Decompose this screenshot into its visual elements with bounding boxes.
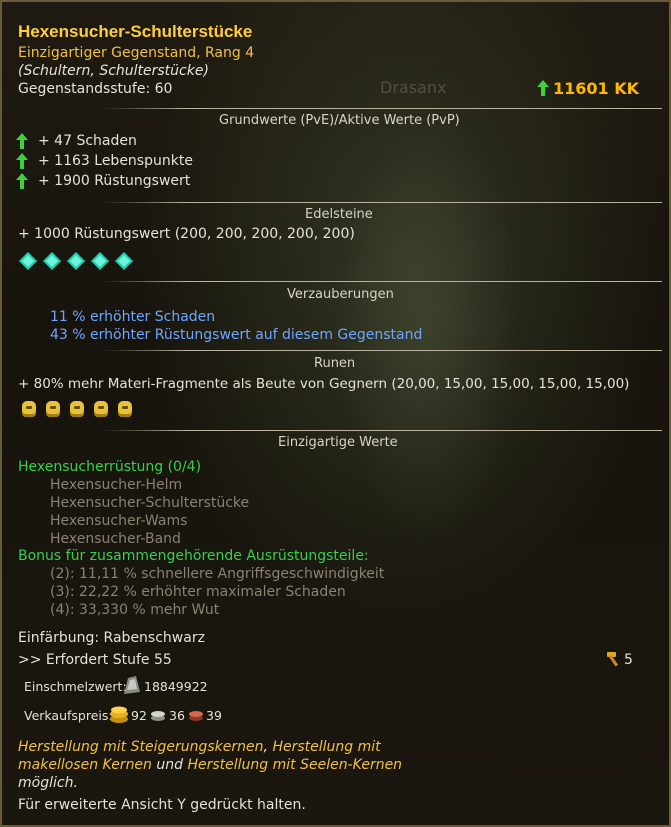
gold-rune-icon[interactable] bbox=[70, 401, 84, 417]
sell-price-label: Verkaufspreis: bbox=[24, 708, 113, 723]
sell-price-gold: 92 bbox=[131, 708, 147, 723]
item-name: Hexensucher-Schulterstücke bbox=[18, 22, 253, 41]
divider bbox=[102, 281, 662, 282]
gems-header: Edelsteine bbox=[305, 207, 373, 222]
unique-header: Einzigartige Werte bbox=[278, 435, 398, 450]
background-character-name: Drasanx bbox=[380, 78, 447, 97]
enchantment-damage: 11 % erhöhter Schaden bbox=[50, 309, 216, 325]
silver-coins-icon bbox=[151, 711, 165, 721]
melt-value: 18849922 bbox=[144, 679, 208, 694]
enchantment-armor: 43 % erhöhter Rüstungswert auf diesem Ge… bbox=[50, 327, 423, 343]
set-item-helm: Hexensucher-Helm bbox=[50, 477, 183, 493]
stat-up-arrow-icon bbox=[16, 173, 28, 189]
stat-up-arrow-icon bbox=[16, 133, 28, 149]
item-slot: (Schultern, Schulterstücke) bbox=[18, 63, 209, 79]
divider bbox=[102, 108, 662, 109]
divider bbox=[102, 350, 662, 351]
item-quality-rank: Einzigartiger Gegenstand, Rang 4 bbox=[18, 45, 255, 61]
divider bbox=[102, 430, 662, 431]
teal-gem-icon[interactable] bbox=[91, 252, 109, 270]
crafting-and: und bbox=[151, 757, 188, 773]
crafting-line-3: möglich. bbox=[18, 775, 78, 791]
stat-up-arrow-icon bbox=[16, 153, 28, 169]
sell-price-copper: 39 bbox=[206, 708, 222, 723]
crafting-line-1: Herstellung mit Steigerungskernen, Herst… bbox=[18, 739, 381, 755]
copper-coins-icon bbox=[189, 711, 203, 721]
dye-info: Einfärbung: Rabenschwarz bbox=[18, 630, 205, 646]
set-bonus-3: (3): 22,22 % erhöhter maximaler Schaden bbox=[50, 584, 346, 600]
set-name: Hexensucherrüstung (0/4) bbox=[18, 459, 202, 475]
sell-price-silver: 36 bbox=[169, 708, 185, 723]
melt-value-label: Einschmelzwert: bbox=[24, 679, 127, 694]
crafting-soul-cores: Herstellung mit Seelen-Kernen bbox=[187, 757, 403, 773]
teal-gem-icon[interactable] bbox=[67, 252, 85, 270]
divider bbox=[102, 202, 662, 203]
teal-gem-icon[interactable] bbox=[115, 252, 133, 270]
crafting-line-2: makellosen Kernen und Herstellung mit Se… bbox=[18, 757, 402, 773]
set-item-shoulders: Hexensucher-Schulterstücke bbox=[50, 495, 250, 511]
gold-rune-icon[interactable] bbox=[94, 401, 108, 417]
level-requirement: >> Erfordert Stufe 55 bbox=[18, 652, 172, 668]
set-bonus-2: (2): 11,11 % schnellere Angriffsgeschwin… bbox=[50, 566, 385, 582]
item-level: Gegenstandsstufe: 60 bbox=[18, 81, 173, 97]
power-up-arrow-icon bbox=[537, 80, 549, 96]
base-stat-armor: + 1900 Rüstungswert bbox=[38, 173, 191, 189]
enchantments-header: Verzauberungen bbox=[287, 287, 394, 302]
set-item-chest: Hexensucher-Wams bbox=[50, 513, 188, 529]
gold-rune-icon[interactable] bbox=[46, 401, 60, 417]
crafting-upgrade-cores: Herstellung mit Steigerungskernen bbox=[18, 739, 264, 755]
set-item-belt: Hexensucher-Band bbox=[50, 531, 181, 547]
base-stat-health: + 1163 Lebenspunkte bbox=[38, 153, 193, 169]
gold-rune-icon[interactable] bbox=[22, 401, 36, 417]
runes-header: Runen bbox=[314, 356, 356, 371]
crafting-with: Herstellung mit bbox=[272, 739, 381, 755]
teal-gem-icon[interactable] bbox=[19, 252, 37, 270]
teal-gem-icon[interactable] bbox=[43, 252, 61, 270]
item-tooltip: Drasanx Hexensucher-Schulterstücke Einzi… bbox=[0, 0, 671, 827]
set-bonus-header: Bonus für zusammengehörende Ausrüstungst… bbox=[18, 548, 369, 564]
gold-coins-icon bbox=[110, 706, 128, 723]
gems-bonus: + 1000 Rüstungswert (200, 200, 200, 200,… bbox=[18, 226, 355, 242]
upgrade-count: 5 bbox=[624, 652, 633, 668]
hint-text: Für erweiterte Ansicht Y gedrückt halten… bbox=[18, 797, 306, 813]
crafting-flawless-cores: makellosen Kernen bbox=[18, 757, 152, 773]
hammer-icon bbox=[607, 652, 619, 667]
base-stat-damage: + 47 Schaden bbox=[38, 133, 137, 149]
gold-rune-icon[interactable] bbox=[118, 401, 132, 417]
scrap-pile-icon bbox=[124, 676, 140, 694]
base-stats-header: Grundwerte (PvE)/Aktive Werte (PvP) bbox=[219, 113, 460, 128]
runes-bonus: + 80% mehr Materi-Fragmente als Beute vo… bbox=[18, 376, 630, 392]
item-power-value: 11601 KK bbox=[553, 79, 640, 98]
set-bonus-4: (4): 33,330 % mehr Wut bbox=[50, 602, 220, 618]
